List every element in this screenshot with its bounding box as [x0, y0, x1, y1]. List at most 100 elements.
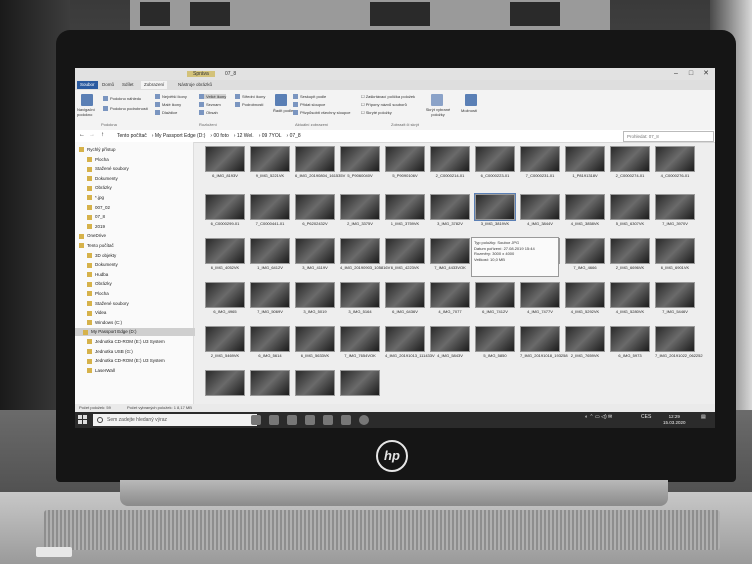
file-thumbnail[interactable] [295, 370, 335, 397]
taskbar-search-input[interactable]: Sem zadejte hledaný výraz [93, 414, 257, 426]
file-thumbnail[interactable]: 4_IMG_7077 [430, 282, 470, 314]
nav-pane-icon[interactable] [81, 94, 93, 106]
sort-icon[interactable] [275, 94, 287, 106]
nav-item[interactable]: 3D objekty [87, 252, 116, 260]
windows-start-icon[interactable] [78, 415, 88, 425]
nav-pane-button[interactable]: Navigační podokno [77, 107, 101, 117]
file-thumbnail[interactable]: 9_IMG_5221VK [250, 146, 290, 178]
nav-item[interactable]: Stažené soubory [87, 300, 129, 308]
file-thumbnail[interactable]: 6_IMG_7412V [475, 282, 515, 314]
file-thumbnail[interactable]: 2_IMG_5469VK [205, 326, 245, 358]
task-view-icon[interactable] [251, 415, 261, 425]
hidden-items-toggle[interactable]: ☐ Skryté položky [361, 110, 392, 115]
options-icon[interactable] [465, 94, 477, 106]
clock[interactable]: 12:29 15.03.2020 [663, 414, 686, 426]
nav-item[interactable]: 2019 [87, 223, 105, 231]
file-thumbnail[interactable]: 6_IMG_4223VK [385, 238, 425, 270]
minimize-icon[interactable]: – [669, 69, 683, 79]
file-thumbnail[interactable]: 6_IMG_4052VK [205, 238, 245, 270]
file-thumbnail[interactable]: 7_IMG_4666 [565, 238, 605, 270]
file-thumbnail[interactable]: 4_C0000276-01 [655, 146, 695, 178]
nav-item[interactable]: Videa [87, 309, 106, 317]
file-thumbnail[interactable]: 4_IMG_20191013_111433V [385, 326, 435, 358]
chrome-icon[interactable] [359, 415, 369, 425]
file-thumbnail[interactable]: 2_IMG_3375V [340, 194, 380, 226]
file-thumbnail[interactable] [250, 370, 290, 397]
nav-item[interactable]: Stažené soubory [87, 165, 129, 173]
file-thumbnail[interactable]: 4_IMG_5843V [430, 326, 470, 358]
tab-view[interactable]: Zobrazení [141, 81, 168, 89]
file-thumbnail[interactable]: 4_IMG_3844V [520, 194, 560, 226]
file-thumbnail[interactable]: 6_IMG_20190804_161535V [295, 146, 345, 178]
hide-selected-button[interactable]: Skrýt vybrané položky [423, 107, 453, 117]
fit-columns-button[interactable]: Přizpůsobit všechny sloupce [293, 110, 350, 116]
file-thumbnail[interactable] [340, 370, 380, 397]
file-thumbnail[interactable]: 4_IMG_5280VK [610, 282, 650, 314]
nav-item[interactable]: 07_8 [87, 213, 105, 221]
file-thumbnail[interactable]: 6_C0000299-01 [205, 194, 245, 226]
nav-item[interactable]: Jednotka USB (G:) [87, 348, 133, 356]
group-by-button[interactable]: Seskupit podle [293, 94, 326, 100]
file-thumbnail[interactable]: 2_C0000214-01 [430, 146, 470, 178]
back-icon[interactable]: ← [79, 132, 85, 138]
maximize-icon[interactable]: □ [684, 69, 698, 79]
file-thumbnail[interactable]: 7_IMG_20191018_193258 [520, 326, 568, 358]
nav-item[interactable]: *.jpg [87, 194, 104, 202]
add-columns-button[interactable]: Přidat sloupce [293, 102, 325, 108]
layout-small[interactable]: Malé ikony [155, 102, 181, 108]
tab-share[interactable]: Sdílet [119, 81, 137, 89]
forward-icon[interactable]: → [89, 132, 95, 138]
nav-item[interactable]: Obrázky [87, 184, 112, 192]
file-thumbnail[interactable]: 1_P8191318V [565, 146, 605, 178]
nav-item[interactable]: Plocha [87, 290, 109, 298]
file-thumbnail[interactable]: 3_IMG_5164 [340, 282, 380, 314]
layout-large[interactable]: Velké ikony [199, 94, 227, 100]
layout-extra-large[interactable]: Největší ikony [155, 94, 187, 100]
file-thumbnail[interactable]: 7_IMG_5446V [655, 282, 695, 314]
file-thumbnail[interactable]: 6_IMG_6901VK [655, 238, 695, 270]
file-thumbnail[interactable]: 6_C0000223-01 [475, 146, 515, 178]
file-thumbnail[interactable] [205, 370, 245, 397]
file-thumbnail[interactable]: 7_C0000441-01 [250, 194, 290, 226]
extensions-toggle[interactable]: ☐ Přípony názvů souborů [361, 102, 407, 107]
preview-pane-button[interactable]: Podokno náhledu [103, 96, 141, 102]
nav-item[interactable]: Jednotka CD-ROM (E:) U3 System [87, 357, 165, 365]
hide-selected-icon[interactable] [431, 94, 443, 106]
file-thumbnail[interactable]: 7_IMG_20191022_062252 [655, 326, 703, 358]
nav-item[interactable]: 007_02 [87, 204, 110, 212]
file-thumbnail[interactable]: 2_IMG_6696VK [610, 238, 650, 270]
nav-item[interactable]: Plocha [87, 156, 109, 164]
file-thumbnail[interactable]: 6_IMG_5633VK [295, 326, 335, 358]
file-thumbnail[interactable]: 3_IMG_4119V [295, 238, 335, 270]
language-indicator[interactable]: CES [641, 414, 651, 420]
file-thumbnail[interactable]: 4_IMG_3858VK [565, 194, 605, 226]
file-thumbnail[interactable]: 3_IMG_3782V [430, 194, 470, 226]
nav-item[interactable]: Jednotka CD-ROM (E:) U3 System [87, 338, 165, 346]
file-thumbnail[interactable]: 5_IMG_6307VK [610, 194, 650, 226]
nav-item[interactable]: Dokumenty [87, 261, 118, 269]
tab-file[interactable]: Soubor [77, 81, 98, 89]
nav-item[interactable]: My Passport Edge (D:) [75, 328, 195, 337]
layout-list[interactable]: Seznam [199, 102, 221, 108]
breadcrumb[interactable]: Tento počítač › My Passport Edge (D:) › 00… [117, 133, 306, 139]
up-icon[interactable]: ↑ [101, 132, 104, 138]
tab-home[interactable]: Domů [99, 81, 117, 89]
mail-icon[interactable] [323, 415, 333, 425]
file-thumbnail[interactable]: 4_IMG_5292VK [565, 282, 605, 314]
nav-item[interactable]: OneDrive [79, 232, 106, 240]
file-thumbnail[interactable]: 2_C0000274-01 [610, 146, 650, 178]
file-thumbnail[interactable]: 7_IMG_7654VOK [340, 326, 380, 358]
close-icon[interactable]: ✕ [699, 69, 713, 79]
layout-details[interactable]: Podrobnosti [235, 102, 263, 108]
file-thumbnail[interactable]: 7_IMG_4433VOK [430, 238, 470, 270]
tab-picture-tools[interactable]: Nástroje obrázků [175, 81, 215, 89]
file-thumbnail[interactable]: 4_IMG_7477V [520, 282, 560, 314]
file-thumbnail[interactable]: 6_IMG_4965 [205, 282, 245, 314]
nav-item[interactable]: Hudba [87, 271, 108, 279]
nav-item[interactable]: Tento počítač [79, 242, 114, 250]
file-thumbnail[interactable]: 7_C0000231-01 [520, 146, 560, 178]
file-thumbnail[interactable]: 1_IMG_3759VK [385, 194, 425, 226]
layout-medium[interactable]: Střední ikony [235, 94, 265, 100]
options-button[interactable]: Možnosti [461, 108, 477, 113]
nav-item[interactable]: Windows (C:) [87, 319, 122, 327]
